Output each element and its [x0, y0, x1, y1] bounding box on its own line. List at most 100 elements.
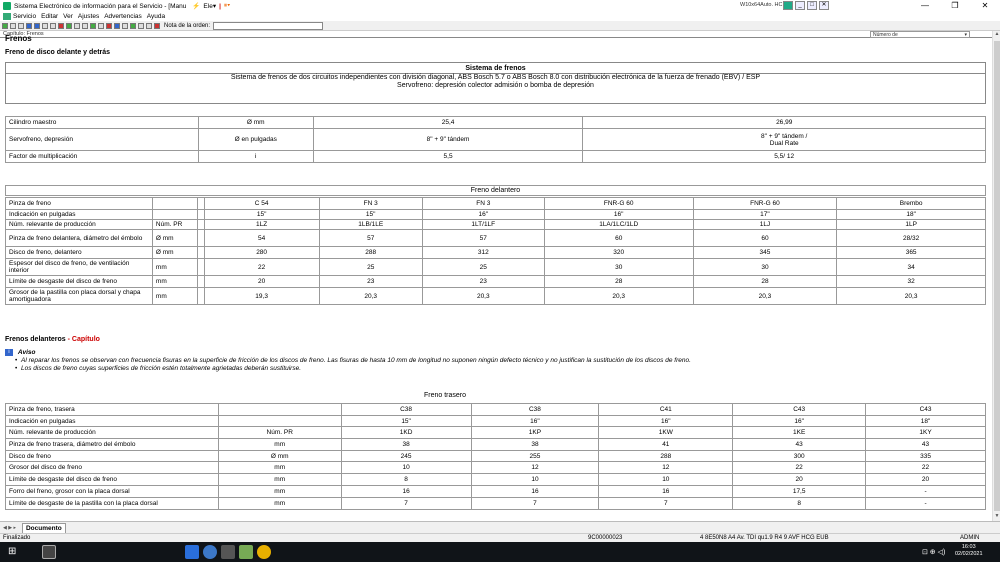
- table-cell: 16: [470, 485, 600, 498]
- system-header: Sistema de frenos: [6, 63, 985, 74]
- table-cell: 1LJ: [692, 219, 838, 230]
- table-cell: 10: [470, 473, 600, 486]
- table-cell: 5,5: [312, 150, 584, 163]
- taskbar-app-4-icon[interactable]: [239, 545, 253, 559]
- table-cell: 38: [340, 438, 472, 451]
- menu-servicio[interactable]: Servicio: [13, 13, 36, 20]
- table-cell: mm: [151, 287, 198, 305]
- table-cell: Grosor del disco de freno: [5, 461, 219, 474]
- table-cell: 16": [421, 209, 545, 220]
- scroll-down-icon[interactable]: ▼: [993, 513, 1000, 521]
- toolbar-info-icon[interactable]: [114, 22, 120, 29]
- taskbar-app-3-icon[interactable]: [221, 545, 235, 559]
- menu-editar[interactable]: Editar: [41, 13, 58, 20]
- explorer-icon[interactable]: [42, 545, 56, 559]
- scroll-up-icon[interactable]: ▲: [993, 31, 1000, 39]
- toolbar-down-icon[interactable]: [50, 22, 56, 29]
- table-cell: Ø mm: [217, 450, 342, 462]
- table-cell: 15": [203, 209, 320, 220]
- tab-documento[interactable]: Documento: [21, 522, 66, 533]
- toolbar-refresh-icon[interactable]: [66, 22, 72, 29]
- chevron-down-icon: ▾: [964, 32, 967, 38]
- start-icon[interactable]: ⊞: [8, 547, 18, 557]
- menu-bar: Servicio Editar Ver Ajustes Advertencias…: [0, 12, 1000, 21]
- title-bar: Sistema Electrónico de información para …: [0, 0, 1000, 12]
- number-dropdown[interactable]: Número de ▾: [870, 31, 970, 38]
- toolbar-check-icon[interactable]: [130, 22, 136, 29]
- toolbar-exit-icon[interactable]: [154, 22, 160, 29]
- table-cell: 60: [692, 229, 838, 247]
- rear-brake-table: Pinza de freno, trasera C38 C38 C41 C43 C43 In…: [5, 403, 986, 510]
- front-brakes-label: Frenos delanteros: [5, 336, 66, 343]
- table-row: Núm. relevante de producción Núm. PR 1LZ 1L…: [5, 219, 986, 230]
- toolbar-vehicle-icon[interactable]: [90, 22, 96, 29]
- menu-ajustes[interactable]: Ajustes: [78, 13, 99, 20]
- toolbar-print-icon[interactable]: [10, 22, 16, 29]
- vertical-scrollbar[interactable]: ▲ ▼: [992, 31, 1000, 521]
- table-cell: C38: [340, 403, 472, 416]
- quick-tool-pause-icon[interactable]: ⏸▾: [224, 2, 230, 10]
- toolbar-search-icon[interactable]: [74, 22, 80, 29]
- table-cell: 280: [203, 246, 320, 259]
- table-cell: Límite de desgaste del disco de freno: [5, 473, 219, 486]
- table-cell: Ø mm: [151, 246, 198, 259]
- close-button[interactable]: ✕: [970, 0, 1000, 12]
- toolbar-forward-icon[interactable]: [34, 22, 40, 29]
- table-cell: 28: [692, 275, 838, 288]
- table-cell: 1LZ: [203, 219, 320, 230]
- table-cell: 43: [865, 438, 986, 451]
- table-cell: [151, 209, 198, 220]
- toolbar-copy-icon[interactable]: [18, 22, 24, 29]
- table-cell: 22: [203, 258, 320, 276]
- toolbar-zoom-icon[interactable]: [82, 22, 88, 29]
- minimize-inner-button[interactable]: _: [795, 1, 805, 10]
- quick-tool-dropdown[interactable]: Ele▾: [203, 2, 216, 10]
- clock[interactable]: 16:03 02/02/2021: [955, 544, 983, 558]
- tab-nav-arrows-icon[interactable]: ◀ ▶ ▸: [3, 525, 16, 531]
- green-tool-icon[interactable]: [783, 1, 793, 10]
- toolbar-list-icon[interactable]: [138, 22, 144, 29]
- taskbar-app-5-icon[interactable]: [257, 545, 271, 559]
- table-cell: [196, 209, 205, 220]
- chapter-link[interactable]: - Capítulo: [68, 336, 100, 343]
- menu-ver[interactable]: Ver: [63, 13, 73, 20]
- system-tray[interactable]: ⊡ ⊕ ◁): [922, 548, 945, 556]
- table-cell: 7: [470, 497, 600, 510]
- table-cell: FN 3: [421, 197, 545, 210]
- clock-time: 16:03: [961, 544, 976, 550]
- restore-inner-button[interactable]: □: [807, 1, 817, 10]
- minimize-button[interactable]: —: [910, 0, 940, 12]
- taskbar-app-1-icon[interactable]: [185, 545, 199, 559]
- table-cell: 16: [598, 485, 734, 498]
- note-input[interactable]: [213, 21, 324, 30]
- scroll-thumb[interactable]: [994, 41, 1000, 511]
- note-label: Nota de la orden:: [164, 22, 211, 29]
- toolbar-tool-icon[interactable]: [146, 22, 152, 29]
- table-cell: 20,3: [318, 287, 423, 305]
- table-cell: 16": [543, 209, 694, 220]
- table-cell: [196, 258, 205, 276]
- table-cell: 20,3: [543, 287, 694, 305]
- taskbar-app-2-icon[interactable]: [203, 545, 217, 559]
- toolbar-up-icon[interactable]: [42, 22, 48, 29]
- maximize-button[interactable]: ❐: [940, 0, 970, 12]
- rear-brake-caption: Freno trasero: [423, 392, 467, 399]
- toolbar-document-icon[interactable]: [98, 22, 104, 29]
- toolbar-back-icon[interactable]: [26, 22, 32, 29]
- table-cell: [217, 403, 342, 416]
- table-cell: 1KE: [732, 426, 867, 439]
- table-cell: Indicación en pulgadas: [5, 415, 219, 427]
- toolbar-settings-icon[interactable]: [122, 22, 128, 29]
- table-cell: 43: [732, 438, 867, 451]
- table-cell: mm: [151, 258, 198, 276]
- menu-ayuda[interactable]: Ayuda: [147, 13, 165, 20]
- toolbar-home-icon[interactable]: [2, 22, 8, 29]
- toolbar-stop-icon[interactable]: [58, 22, 64, 29]
- toolbar-warning-icon[interactable]: [106, 22, 112, 29]
- quick-tool-lightning-icon[interactable]: ⚡: [192, 2, 200, 10]
- table-cell: Pinza de freno delantera, diámetro del é…: [5, 229, 153, 247]
- table-cell: 1LP: [836, 219, 986, 230]
- close-inner-button[interactable]: ✕: [819, 1, 829, 10]
- menu-advertencias[interactable]: Advertencias: [104, 13, 142, 20]
- toolbar: Nota de la orden:: [0, 21, 1000, 31]
